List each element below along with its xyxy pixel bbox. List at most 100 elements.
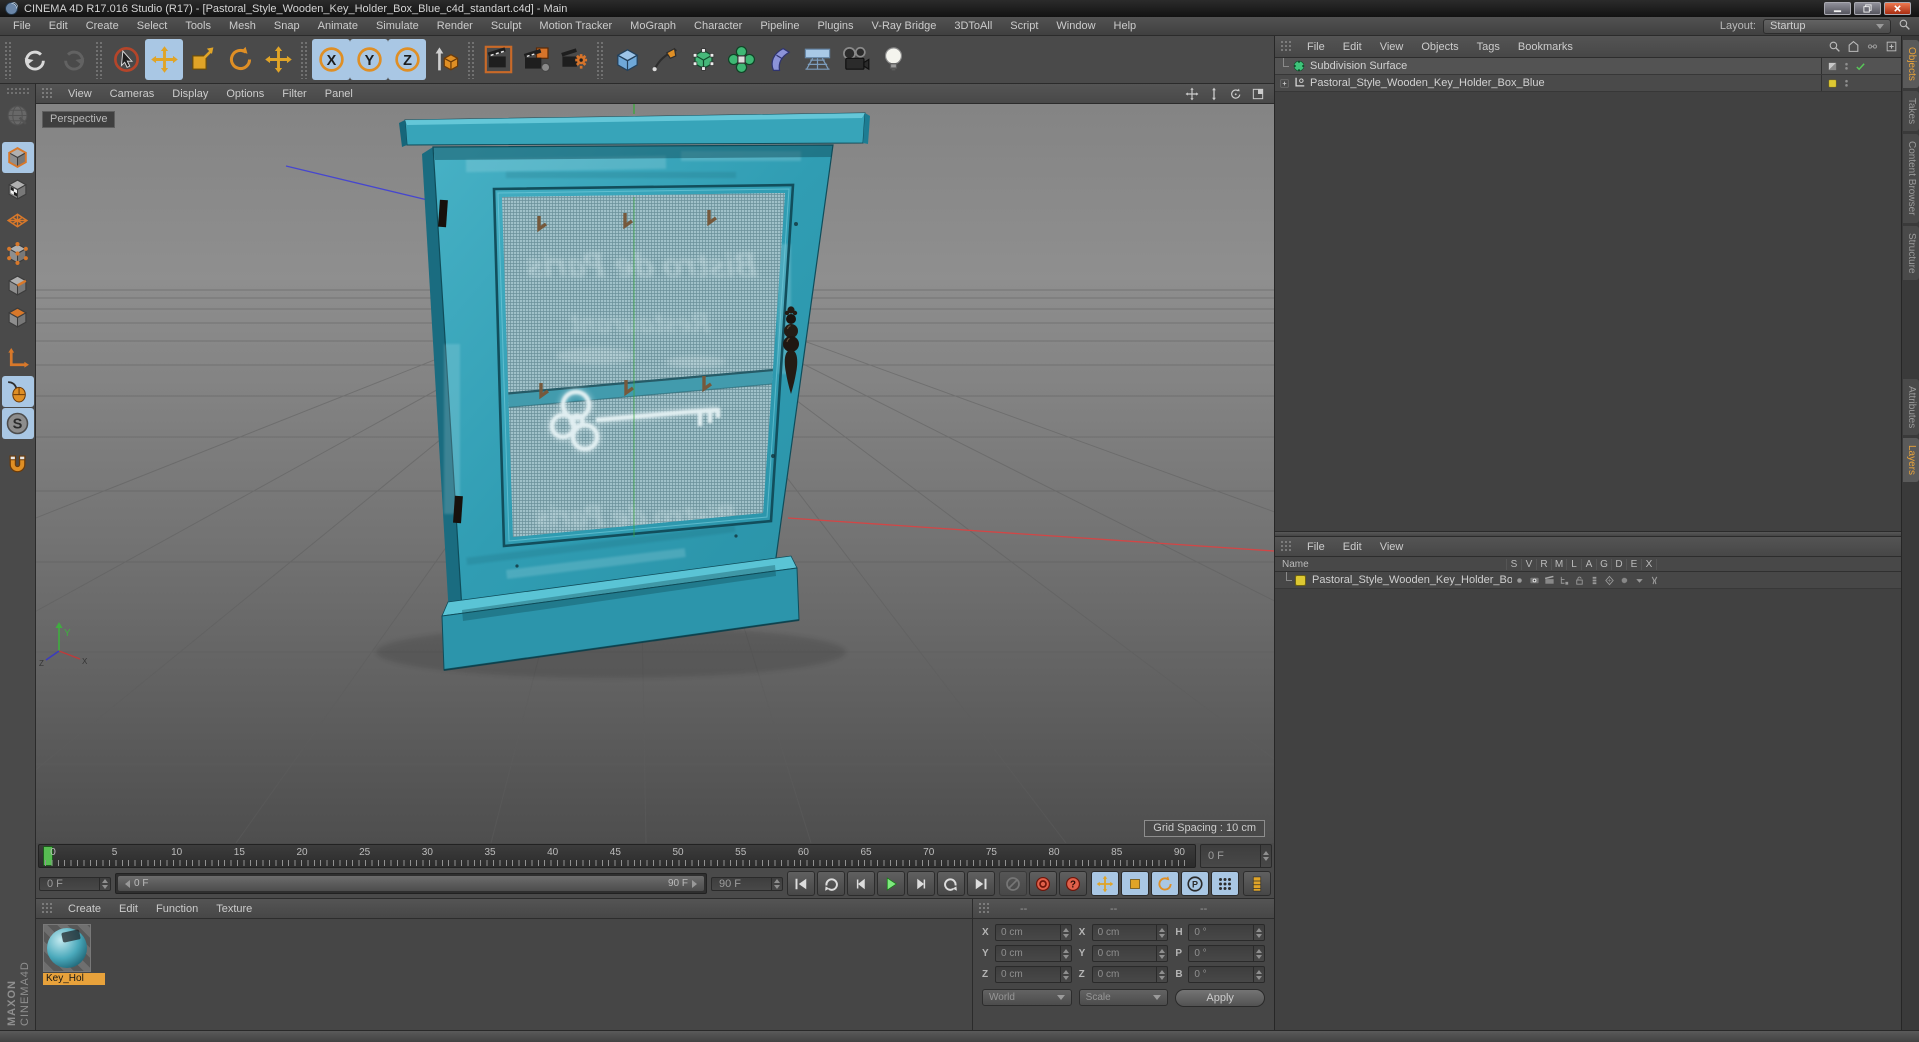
make-editable-icon[interactable] xyxy=(2,100,34,131)
range-left-arrow-icon[interactable] xyxy=(125,879,130,888)
menu-file[interactable]: File xyxy=(4,19,40,33)
column-header-r[interactable]: R xyxy=(1537,558,1552,570)
column-header-d[interactable]: D xyxy=(1612,558,1627,570)
last-tool-icon[interactable] xyxy=(259,39,297,80)
cell-blob-icon[interactable] xyxy=(1617,575,1632,586)
current-frame-field[interactable]: 0 F xyxy=(1200,844,1272,868)
object-name[interactable]: Pastoral_Style_Wooden_Key_Holder_Box_Blu… xyxy=(1310,77,1545,89)
add-cube-icon[interactable] xyxy=(608,39,646,80)
panel-grip[interactable] xyxy=(41,902,54,915)
menu-v-ray-bridge[interactable]: V-Ray Bridge xyxy=(863,19,946,33)
visibility-dots-icon[interactable] xyxy=(1841,61,1852,72)
menu-create[interactable]: Create xyxy=(77,19,128,33)
record-icon[interactable] xyxy=(1029,871,1057,896)
cell-diamond-icon[interactable] xyxy=(1602,575,1617,586)
texture-mode-icon[interactable] xyxy=(2,174,34,205)
coord-system-icon[interactable] xyxy=(426,39,464,80)
cell-dot-icon[interactable] xyxy=(1512,575,1527,586)
cell-eye-icon[interactable] xyxy=(1527,575,1542,586)
null-axis-object-icon[interactable] xyxy=(1292,76,1306,90)
menu-3dtoall[interactable]: 3DToAll xyxy=(945,19,1001,33)
name-column-header[interactable]: Name xyxy=(1275,558,1507,570)
next-frame-icon[interactable] xyxy=(907,871,935,896)
edges-mode-icon[interactable] xyxy=(2,270,34,301)
search-icon[interactable] xyxy=(1898,18,1911,34)
minimize-button[interactable] xyxy=(1824,2,1851,15)
layer-color-tag-icon[interactable] xyxy=(1827,78,1838,89)
dock-tab-structure[interactable]: Structure xyxy=(1903,225,1919,281)
material-thumbnail[interactable] xyxy=(43,924,91,972)
live-selection-icon[interactable] xyxy=(107,39,145,80)
autokey-help-icon[interactable]: ? xyxy=(1059,871,1087,896)
move-icon[interactable] xyxy=(145,39,183,80)
spinner-arrows[interactable] xyxy=(771,877,782,890)
rot-p-field[interactable]: 0 ° xyxy=(1188,945,1265,962)
prev-frame-icon[interactable] xyxy=(847,871,875,896)
cell-arrow-icon[interactable] xyxy=(1632,575,1647,586)
pos-y-field[interactable]: 0 cm xyxy=(995,945,1072,962)
polygons-mode-icon[interactable] xyxy=(2,302,34,333)
render-view-icon[interactable] xyxy=(479,39,517,80)
material-name-label[interactable]: Key_Hol xyxy=(43,973,105,985)
menu-mograph[interactable]: MoGraph xyxy=(621,19,685,33)
generators-icon[interactable] xyxy=(722,39,760,80)
column-header-m[interactable]: M xyxy=(1552,558,1567,570)
size-z-field[interactable]: 0 cm xyxy=(1091,966,1169,983)
kf-pla-icon[interactable] xyxy=(1211,871,1239,896)
toggle-view-icon[interactable] xyxy=(1250,86,1266,102)
menu-character[interactable]: Character xyxy=(685,19,751,33)
palette-grip[interactable] xyxy=(5,87,30,96)
loop-icon[interactable] xyxy=(937,871,965,896)
menu-objects[interactable]: Objects xyxy=(1412,40,1467,54)
bookmark-home-icon[interactable] xyxy=(1845,39,1861,55)
dock-tab-content-browser[interactable]: Content Browser xyxy=(1903,134,1919,223)
deformer-icon[interactable] xyxy=(760,39,798,80)
kf-position-icon[interactable] xyxy=(1091,871,1119,896)
cell-lock-icon[interactable] xyxy=(1572,575,1587,586)
column-header-a[interactable]: A xyxy=(1582,558,1597,570)
kf-parameter-icon[interactable]: P xyxy=(1181,871,1209,896)
orbit-icon[interactable] xyxy=(1228,86,1244,102)
pan-icon[interactable] xyxy=(1184,86,1200,102)
object-row-subdivision-surface[interactable]: Subdivision Surface xyxy=(1275,58,1901,75)
menu-mesh[interactable]: Mesh xyxy=(220,19,265,33)
size-y-field[interactable]: 0 cm xyxy=(1091,945,1169,962)
cell-clapper-icon[interactable] xyxy=(1542,575,1557,586)
menu-help[interactable]: Help xyxy=(1105,19,1146,33)
visibility-dots-icon[interactable] xyxy=(1841,78,1852,89)
workplane-icon[interactable] xyxy=(2,206,34,237)
menu-file[interactable]: File xyxy=(1298,540,1334,554)
points-mode-icon[interactable] xyxy=(2,238,34,269)
menu-texture[interactable]: Texture xyxy=(207,902,261,916)
display-tag-icon[interactable] xyxy=(1827,61,1838,72)
maximize-button[interactable] xyxy=(1854,2,1881,15)
goto-start-icon[interactable] xyxy=(787,871,815,896)
rotate-icon[interactable] xyxy=(221,39,259,80)
menu-render[interactable]: Render xyxy=(428,19,482,33)
axis-x-icon[interactable]: X xyxy=(312,39,350,80)
column-header-g[interactable]: G xyxy=(1597,558,1612,570)
range-start-field[interactable]: 0 F xyxy=(39,876,111,891)
range-right-arrow-icon[interactable] xyxy=(692,879,697,888)
preview-range-slider[interactable]: 0 F 90 F xyxy=(115,873,707,894)
perspective-viewport[interactable]: Bistro de Paris Restaurant Bistro de Par… xyxy=(36,104,1274,843)
axis-y-icon[interactable]: Y xyxy=(350,39,388,80)
kf-selection-icon[interactable] xyxy=(1243,871,1271,896)
layer-color-swatch[interactable] xyxy=(1295,574,1306,586)
render-settings-icon[interactable] xyxy=(555,39,593,80)
timeline-ruler[interactable]: 0 5 10 15 20 25 30 35 40 45 50 55 60 65 70 75 80 85 90 xyxy=(38,844,1196,868)
panel-grip[interactable] xyxy=(1280,540,1293,553)
object-row-key-holder-box[interactable]: Pastoral_Style_Wooden_Key_Holder_Box_Blu… xyxy=(1275,75,1901,92)
apply-button[interactable]: Apply xyxy=(1175,989,1265,1007)
environment-icon[interactable] xyxy=(798,39,836,80)
enabled-check-icon[interactable] xyxy=(1855,61,1866,72)
menu-create[interactable]: Create xyxy=(59,902,110,916)
range-end-field[interactable]: 90 F xyxy=(711,876,783,891)
snap-icon[interactable]: S xyxy=(1,408,34,439)
panel-grip[interactable] xyxy=(1280,40,1293,53)
object-name[interactable]: Subdivision Surface xyxy=(1310,60,1407,72)
scale-icon[interactable] xyxy=(183,39,221,80)
menu-tags[interactable]: Tags xyxy=(1468,40,1509,54)
menu-animate[interactable]: Animate xyxy=(309,19,367,33)
search-icon[interactable] xyxy=(1826,39,1842,55)
